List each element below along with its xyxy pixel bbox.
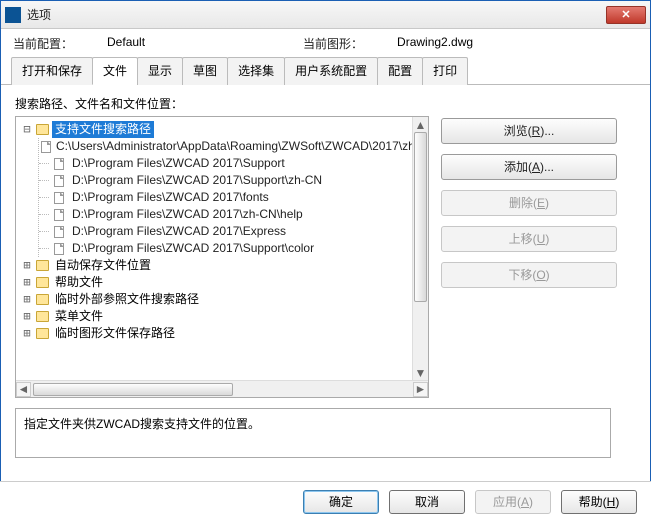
folder-icon	[34, 259, 50, 273]
expand-icon[interactable]: ⊞	[20, 325, 34, 342]
tree-node-label: 临时外部参照文件搜索路径	[52, 291, 202, 308]
tree-path-text: D:\Program Files\ZWCAD 2017\zh-CN\help	[69, 206, 306, 223]
tab-0[interactable]: 打开和保存	[11, 57, 93, 85]
tab-5[interactable]: 用户系统配置	[284, 57, 378, 85]
section-label: 搜索路径、文件名和文件位置：	[15, 95, 636, 112]
hscroll-thumb[interactable]	[33, 383, 233, 396]
file-icon	[41, 140, 51, 154]
tree-path-item[interactable]: D:\Program Files\ZWCAD 2017\zh-CN\help	[39, 206, 424, 223]
browse-button[interactable]: 浏览(R)...	[441, 118, 617, 144]
scroll-up-icon[interactable]: ▲	[413, 117, 428, 132]
expand-icon[interactable]: ⊞	[20, 257, 34, 274]
current-config-label: 当前配置：	[13, 35, 73, 52]
vertical-scrollbar[interactable]: ▲ ▼	[412, 117, 428, 380]
expand-icon[interactable]: ⊞	[20, 274, 34, 291]
folder-icon	[34, 123, 50, 137]
vscroll-thumb[interactable]	[414, 132, 427, 302]
tree-node-collapsed[interactable]: ⊞ 菜单文件	[20, 308, 424, 325]
current-drawing-label: 当前图形：	[303, 35, 363, 52]
scroll-down-icon[interactable]: ▼	[413, 365, 428, 380]
file-icon	[51, 242, 67, 256]
bottom-bar: 确定 取消 应用(A) 帮助(H)	[0, 481, 651, 522]
tree-node-collapsed[interactable]: ⊞ 临时图形文件保存路径	[20, 325, 424, 342]
folder-icon	[34, 276, 50, 290]
folder-icon	[34, 327, 50, 341]
tree-view[interactable]: ⊟ 支持文件搜索路径C:\Users\Administrator\AppData\…	[15, 116, 429, 398]
file-icon	[51, 157, 67, 171]
current-config-value: Default	[107, 35, 247, 52]
tree-path-item[interactable]: D:\Program Files\ZWCAD 2017\Support\colo…	[39, 240, 424, 257]
expand-icon[interactable]: ⊞	[20, 291, 34, 308]
tab-1[interactable]: 文件	[92, 57, 138, 85]
add-button[interactable]: 添加(A)...	[441, 154, 617, 180]
tab-7[interactable]: 打印	[422, 57, 468, 85]
tree-node-collapsed[interactable]: ⊞ 自动保存文件位置	[20, 257, 424, 274]
tree-path-item[interactable]: C:\Users\Administrator\AppData\Roaming\Z…	[39, 138, 424, 155]
help-button[interactable]: 帮助(H)	[561, 490, 637, 514]
expand-icon[interactable]: ⊞	[20, 308, 34, 325]
tree-path-item[interactable]: D:\Program Files\ZWCAD 2017\Express	[39, 223, 424, 240]
window-title: 选项	[27, 6, 606, 23]
tree-path-text: D:\Program Files\ZWCAD 2017\Support	[69, 155, 288, 172]
files-panel: 搜索路径、文件名和文件位置： ⊟ 支持文件搜索路径C:\Users\Adminis…	[1, 85, 650, 468]
tab-6[interactable]: 配置	[377, 57, 423, 85]
side-button-column: 浏览(R)... 添加(A)... 删除(E) 上移(U) 下移(O)	[441, 116, 617, 398]
tree-node-label: 临时图形文件保存路径	[52, 325, 178, 342]
move-up-button: 上移(U)	[441, 226, 617, 252]
tab-2[interactable]: 显示	[137, 57, 183, 85]
config-info: 当前配置： Default 当前图形： Drawing2.dwg	[1, 29, 650, 56]
tree-path-item[interactable]: D:\Program Files\ZWCAD 2017\Support	[39, 155, 424, 172]
apply-button: 应用(A)	[475, 490, 551, 514]
tree-node-support-path[interactable]: ⊟ 支持文件搜索路径	[20, 121, 424, 138]
tab-bar: 打开和保存文件显示草图选择集用户系统配置配置打印	[1, 56, 650, 85]
folder-icon	[34, 293, 50, 307]
folder-icon	[34, 310, 50, 324]
delete-button: 删除(E)	[441, 190, 617, 216]
description-box: 指定文件夹供ZWCAD搜索支持文件的位置。	[15, 408, 611, 458]
tree-path-text: D:\Program Files\ZWCAD 2017\Support\zh-C…	[69, 172, 325, 189]
file-icon	[51, 191, 67, 205]
tree-node-label: 支持文件搜索路径	[52, 121, 154, 138]
file-icon	[51, 208, 67, 222]
tree-path-text: C:\Users\Administrator\AppData\Roaming\Z…	[53, 138, 428, 155]
tree-path-item[interactable]: D:\Program Files\ZWCAD 2017\fonts	[39, 189, 424, 206]
cancel-button[interactable]: 取消	[389, 490, 465, 514]
file-icon	[51, 225, 67, 239]
tab-3[interactable]: 草图	[182, 57, 228, 85]
tree-node-label: 菜单文件	[52, 308, 106, 325]
collapse-icon[interactable]: ⊟	[20, 121, 34, 138]
close-button[interactable]: ✕	[606, 6, 646, 24]
description-text: 指定文件夹供ZWCAD搜索支持文件的位置。	[24, 417, 260, 431]
tree-path-text: D:\Program Files\ZWCAD 2017\fonts	[69, 189, 272, 206]
title-bar: 选项 ✕	[1, 1, 650, 29]
scroll-left-icon[interactable]: ◄	[16, 382, 31, 397]
tab-4[interactable]: 选择集	[227, 57, 285, 85]
tree-node-label: 自动保存文件位置	[52, 257, 154, 274]
scroll-right-icon[interactable]: ►	[413, 382, 428, 397]
tree-node-label: 帮助文件	[52, 274, 106, 291]
ok-button[interactable]: 确定	[303, 490, 379, 514]
file-icon	[51, 174, 67, 188]
app-icon	[5, 7, 21, 23]
horizontal-scrollbar[interactable]: ◄ ►	[16, 380, 428, 397]
tree-path-text: D:\Program Files\ZWCAD 2017\Express	[69, 223, 289, 240]
tree-node-collapsed[interactable]: ⊞ 帮助文件	[20, 274, 424, 291]
tree-node-collapsed[interactable]: ⊞ 临时外部参照文件搜索路径	[20, 291, 424, 308]
current-drawing-value: Drawing2.dwg	[397, 35, 537, 52]
move-down-button: 下移(O)	[441, 262, 617, 288]
tree-path-item[interactable]: D:\Program Files\ZWCAD 2017\Support\zh-C…	[39, 172, 424, 189]
tree-path-text: D:\Program Files\ZWCAD 2017\Support\colo…	[69, 240, 317, 257]
